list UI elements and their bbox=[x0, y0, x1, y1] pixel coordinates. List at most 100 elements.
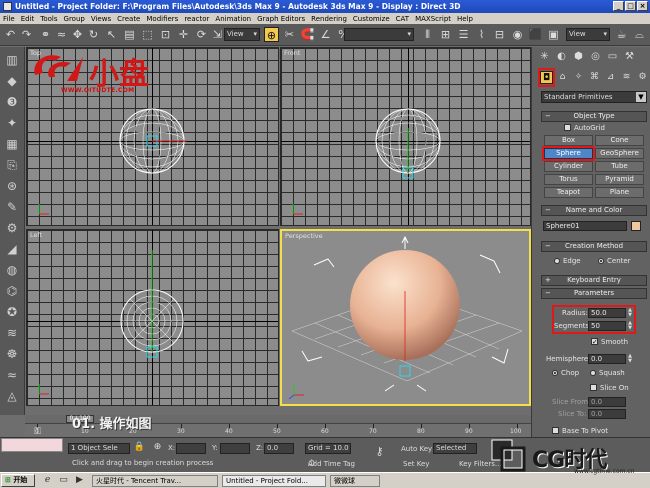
select-icon[interactable]: ↖ bbox=[104, 27, 119, 42]
layer-icon[interactable]: ☰ bbox=[456, 27, 471, 42]
menu-help[interactable]: Help bbox=[457, 15, 473, 23]
geosphere-button[interactable]: GeoSphere bbox=[595, 148, 644, 159]
slice-on-checkbox[interactable] bbox=[590, 384, 597, 391]
menu-cat[interactable]: CAT bbox=[396, 15, 409, 23]
render-frame-icon[interactable]: ▣ bbox=[546, 27, 561, 42]
undo-icon[interactable]: ↶ bbox=[3, 27, 18, 42]
lights-icon[interactable]: ✧ bbox=[572, 71, 585, 84]
select-manipulate-icon[interactable]: ✂ bbox=[282, 27, 297, 42]
tab-helpers-icon[interactable]: ⊛ bbox=[4, 178, 20, 194]
named-selection-dropdown[interactable] bbox=[344, 28, 414, 41]
display-tab-icon[interactable]: ▭ bbox=[606, 50, 619, 63]
menu-animation[interactable]: Animation bbox=[215, 15, 251, 23]
tab-cameras-icon[interactable]: ⎘ bbox=[4, 157, 20, 173]
maximize-button[interactable]: □ bbox=[625, 1, 636, 11]
menu-maxscript[interactable]: MAXScript bbox=[415, 15, 451, 23]
tab-shapes-icon[interactable]: ◆ bbox=[4, 73, 20, 89]
quick-render-icon[interactable]: ☕ bbox=[614, 27, 629, 42]
menu-edit[interactable]: Edit bbox=[21, 15, 35, 23]
hierarchy-tab-icon[interactable]: ⬢ bbox=[572, 50, 585, 63]
sphere-perspective-shaded[interactable] bbox=[282, 231, 531, 406]
tab-particles-icon[interactable]: ▦ bbox=[4, 136, 20, 152]
taskbar-item-3dsmax[interactable]: Untitled - Project Fold... bbox=[222, 475, 326, 487]
start-button[interactable]: ⊞ 开始 bbox=[1, 474, 35, 487]
edge-radio[interactable] bbox=[554, 258, 560, 264]
tab-modifiers-icon[interactable]: ⚙ bbox=[4, 220, 20, 236]
material-editor-icon[interactable]: ◉ bbox=[510, 27, 525, 42]
y-coordinate-input[interactable] bbox=[220, 443, 250, 454]
object-color-swatch[interactable] bbox=[631, 221, 641, 231]
tab-cat-icon[interactable]: ☸ bbox=[4, 346, 20, 362]
viewport-perspective-label[interactable]: Perspective bbox=[285, 232, 323, 240]
taskbar-item-browser[interactable]: 火星时代 - Tencent Trav... bbox=[92, 475, 218, 487]
move-icon[interactable]: ✥ bbox=[70, 27, 85, 42]
sphere-left-wireframe[interactable] bbox=[27, 230, 279, 406]
rotate-icon[interactable]: ↻ bbox=[86, 27, 101, 42]
tab-spacewarps-icon[interactable]: ✎ bbox=[4, 199, 20, 215]
tab-render-icon[interactable]: ≋ bbox=[4, 325, 20, 341]
viewport-front[interactable]: Front bbox=[280, 47, 531, 226]
viewport-front-label[interactable]: Front bbox=[284, 49, 300, 57]
rollout-name-color[interactable]: − Name and Color bbox=[541, 205, 647, 216]
viewport-left-label[interactable]: Left bbox=[30, 231, 42, 239]
select-rotate-icon[interactable]: ⟳ bbox=[194, 27, 209, 42]
select-region-icon[interactable]: ⬚ bbox=[140, 27, 155, 42]
x-coordinate-input[interactable] bbox=[176, 443, 206, 454]
select-move-icon[interactable]: ✛ bbox=[176, 27, 191, 42]
tab-compounds-icon[interactable]: ❸ bbox=[4, 94, 20, 110]
autogrid-checkbox[interactable] bbox=[564, 124, 571, 131]
tab-lights-icon[interactable]: ✦ bbox=[4, 115, 20, 131]
base-to-pivot-checkbox[interactable] bbox=[552, 427, 559, 434]
quick-launch-media-icon[interactable]: ▶ bbox=[72, 473, 87, 488]
menu-reactor[interactable]: reactor bbox=[184, 15, 209, 23]
viewport-perspective[interactable]: Perspective bbox=[280, 229, 531, 406]
menu-tools[interactable]: Tools bbox=[40, 15, 57, 23]
spacewarps-icon[interactable]: ≋ bbox=[620, 71, 633, 84]
snap-toggle-icon[interactable]: 🧲 bbox=[300, 27, 315, 42]
helpers-icon[interactable]: ⊿ bbox=[604, 71, 617, 84]
select-scale-icon[interactable]: ⇲ bbox=[210, 27, 225, 42]
menu-file[interactable]: File bbox=[3, 15, 15, 23]
reference-coord-dropdown[interactable]: View bbox=[224, 28, 260, 41]
hemisphere-spinner-icon[interactable]: ▲ ▼ bbox=[627, 354, 633, 364]
minimize-button[interactable]: _ bbox=[613, 1, 624, 11]
set-key-button[interactable]: Set Key bbox=[403, 460, 429, 468]
smooth-checkbox[interactable]: ✓ bbox=[591, 338, 598, 346]
auto-key-button[interactable]: Auto Key bbox=[401, 445, 432, 453]
crossing-icon[interactable]: ⊡ bbox=[158, 27, 173, 42]
close-button[interactable]: × bbox=[637, 1, 648, 11]
lock-selection-icon[interactable]: 🔒 bbox=[132, 440, 147, 455]
render-view-dropdown[interactable]: View bbox=[566, 28, 610, 41]
rollout-parameters[interactable]: − Parameters bbox=[541, 288, 647, 299]
bind-icon[interactable]: ≈ bbox=[54, 27, 69, 42]
chevron-down-icon[interactable]: ▼ bbox=[636, 92, 646, 102]
menu-modifiers[interactable]: Modifiers bbox=[146, 15, 178, 23]
menu-views[interactable]: Views bbox=[91, 15, 111, 23]
redo-icon[interactable]: ↷ bbox=[19, 27, 34, 42]
modify-tab-icon[interactable]: ◐ bbox=[555, 50, 568, 63]
tab-extras-icon[interactable]: ◬ bbox=[4, 388, 20, 404]
menu-graph-editors[interactable]: Graph Editors bbox=[257, 15, 305, 23]
center-radio[interactable] bbox=[598, 258, 604, 264]
slice-to-input[interactable]: 0.0 bbox=[588, 409, 626, 419]
key-mode-dropdown[interactable]: Selected bbox=[433, 443, 477, 454]
set-key-icon[interactable]: ⚷ bbox=[372, 444, 387, 459]
select-by-name-icon[interactable]: ▤ bbox=[122, 27, 137, 42]
render-setup-icon[interactable]: ⬛ bbox=[528, 27, 543, 42]
cameras-icon[interactable]: ⌘ bbox=[588, 71, 601, 84]
object-name-input[interactable]: Sphere01 bbox=[543, 221, 627, 231]
quick-launch-ie-icon[interactable]: ℯ bbox=[40, 473, 55, 488]
shapes-icon[interactable]: ⌂ bbox=[556, 71, 569, 84]
menu-rendering[interactable]: Rendering bbox=[311, 15, 347, 23]
menu-group[interactable]: Group bbox=[64, 15, 85, 23]
motion-tab-icon[interactable]: ◎ bbox=[589, 50, 602, 63]
pyramid-button[interactable]: Pyramid bbox=[595, 174, 644, 185]
torus-button[interactable]: Torus bbox=[544, 174, 593, 185]
tab-reactor-icon[interactable]: ✪ bbox=[4, 304, 20, 320]
systems-icon[interactable]: ⚙ bbox=[636, 71, 649, 84]
mirror-icon[interactable]: ⫴ bbox=[420, 27, 435, 42]
angle-snap-icon[interactable]: ∠ bbox=[318, 27, 333, 42]
teapot-button[interactable]: Teapot bbox=[544, 187, 593, 198]
schematic-icon[interactable]: ⊟ bbox=[492, 27, 507, 42]
menu-customize[interactable]: Customize bbox=[353, 15, 390, 23]
